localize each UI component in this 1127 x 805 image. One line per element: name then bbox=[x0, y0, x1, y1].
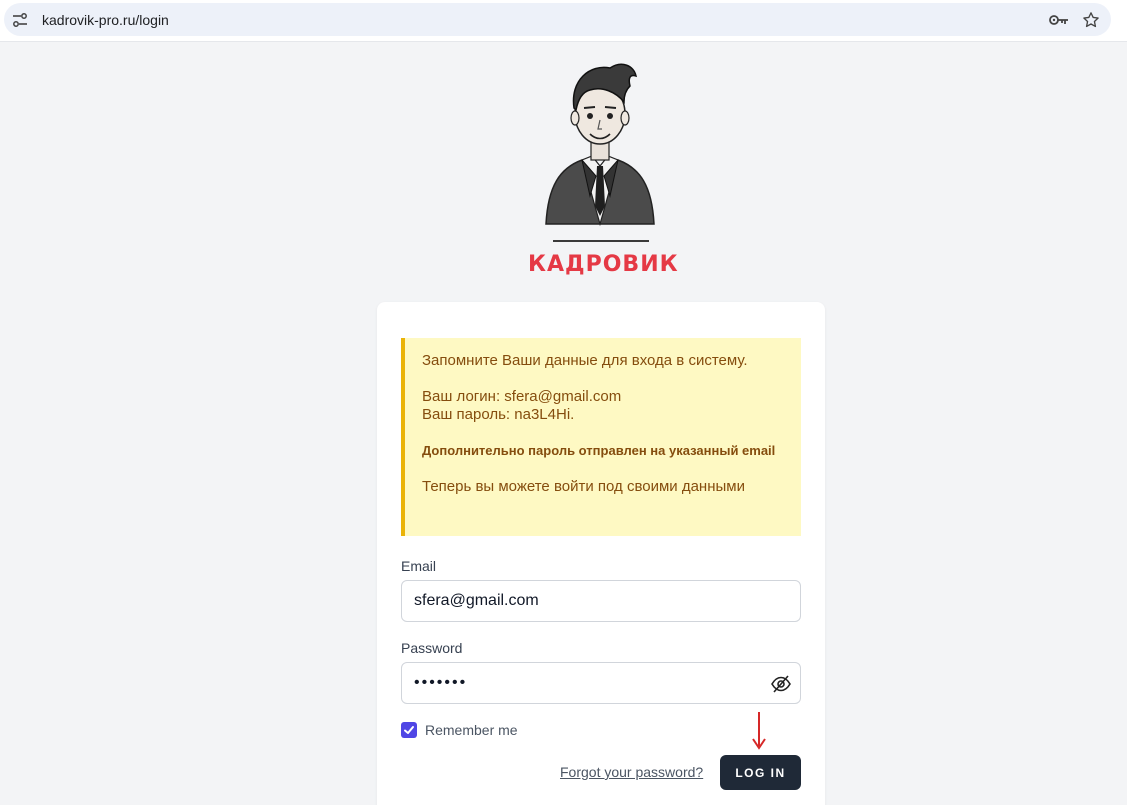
address-bar[interactable]: kadrovik-pro.ru/login bbox=[4, 3, 1111, 36]
notice-final: Теперь вы можете войти под своими данным… bbox=[422, 478, 745, 495]
email-field[interactable] bbox=[401, 580, 801, 622]
password-field[interactable] bbox=[401, 662, 801, 704]
remember-checkbox[interactable] bbox=[401, 722, 417, 738]
eye-slash-icon[interactable] bbox=[771, 675, 791, 693]
annotation-arrow-icon bbox=[752, 712, 766, 750]
notice-email-sent: Дополнительно пароль отправлен на указан… bbox=[422, 443, 776, 458]
url-text[interactable]: kadrovik-pro.ru/login bbox=[42, 12, 169, 28]
logo-illustration bbox=[545, 63, 655, 227]
credentials-notice: Запомните Ваши данные для входа в систем… bbox=[401, 338, 801, 536]
notice-intro: Запомните Ваши данные для входа в систем… bbox=[422, 352, 748, 369]
email-label: Email bbox=[401, 558, 437, 574]
key-icon[interactable] bbox=[1049, 12, 1069, 28]
logo-wordmark: КАДРОВИК bbox=[528, 252, 679, 277]
remember-label[interactable]: Remember me bbox=[425, 722, 518, 738]
login-button[interactable]: LOG IN bbox=[720, 755, 801, 790]
forgot-password-link[interactable]: Forgot your password? bbox=[560, 764, 703, 780]
notice-password: Ваш пароль: na3L4Hi. bbox=[422, 406, 575, 423]
star-icon[interactable] bbox=[1082, 11, 1100, 29]
site-info-icon[interactable] bbox=[12, 12, 28, 28]
logo-divider bbox=[553, 240, 649, 242]
password-label: Password bbox=[401, 640, 463, 656]
browser-toolbar: kadrovik-pro.ru/login bbox=[0, 0, 1127, 42]
notice-login: Ваш логин: sfera@gmail.com bbox=[422, 388, 622, 405]
